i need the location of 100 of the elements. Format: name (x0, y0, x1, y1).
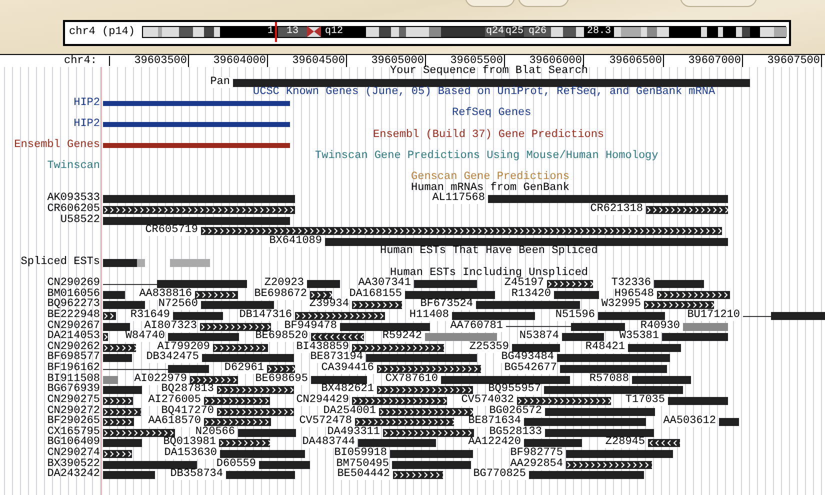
track-label[interactable]: BF290265 (47, 416, 100, 428)
track-label[interactable]: U58522 (60, 214, 100, 226)
feature-bar[interactable] (173, 312, 223, 320)
feature-bar[interactable] (204, 396, 270, 405)
feature-bar[interactable] (201, 301, 274, 310)
feature-bar[interactable] (352, 301, 402, 310)
feature-bar[interactable] (566, 460, 652, 469)
feature-bar[interactable] (557, 354, 670, 362)
feature-bar[interactable] (743, 312, 825, 320)
feature-bar[interactable] (103, 290, 125, 299)
feature-bar[interactable] (226, 471, 295, 480)
track-label[interactable]: BG106409 (47, 437, 100, 448)
feature-bar[interactable] (646, 206, 728, 214)
feature-bar[interactable] (566, 450, 673, 458)
feature-bar[interactable] (529, 471, 644, 480)
track-label[interactable]: CN290269 (47, 278, 100, 290)
feature-bar[interactable] (103, 216, 290, 225)
feature-bar[interactable] (267, 365, 295, 374)
feature-bar[interactable] (452, 312, 535, 320)
feature-bar[interactable] (377, 386, 473, 394)
feature-bar[interactable] (217, 408, 294, 416)
feature-bar[interactable] (554, 290, 599, 299)
feature-bar[interactable] (340, 322, 430, 331)
feature-bar[interactable] (103, 471, 155, 480)
feature-bar[interactable] (648, 439, 680, 448)
feature-bar[interactable] (195, 290, 238, 299)
feature-bar[interactable] (524, 439, 582, 448)
feature-bar[interactable] (392, 460, 471, 469)
feature-bar[interactable] (512, 344, 560, 352)
feature-bar[interactable] (200, 322, 271, 331)
feature-bar[interactable] (545, 408, 655, 416)
feature-bar[interactable] (103, 450, 132, 458)
feature-bar[interactable] (103, 100, 290, 106)
track-label[interactable]: HIP2 (74, 119, 100, 130)
track-label[interactable]: BF698577 (47, 352, 100, 364)
feature-bar[interactable] (325, 238, 728, 246)
feature-bar[interactable] (414, 280, 477, 288)
feature-bar[interactable] (220, 450, 305, 458)
feature-bar[interactable] (103, 386, 142, 394)
feature-bar[interactable] (393, 471, 443, 480)
feature-bar[interactable] (476, 301, 580, 310)
feature-bar[interactable] (654, 280, 704, 288)
feature-bar[interactable] (488, 195, 728, 204)
track-label[interactable]: Ensembl Genes (14, 140, 100, 152)
track-label[interactable]: BG676939 (47, 384, 100, 396)
feature-bar[interactable] (238, 428, 296, 437)
feature-bar[interactable] (628, 344, 681, 352)
feature-bar[interactable] (103, 258, 137, 267)
feature-bar[interactable] (352, 396, 447, 405)
feature-bar[interactable] (202, 354, 294, 362)
feature-bar[interactable] (217, 386, 294, 394)
track-label[interactable]: BF196162 (47, 363, 100, 374)
track-label[interactable]: Spliced ESTs (20, 256, 100, 268)
feature-bar[interactable] (719, 418, 739, 426)
track-label[interactable]: CN290262 (47, 342, 100, 353)
feature-bar[interactable] (632, 376, 691, 384)
feature-bar[interactable] (103, 312, 116, 320)
track-label[interactable]: CX165795 (47, 426, 100, 438)
feature-bar[interactable] (259, 460, 310, 469)
feature-bar[interactable] (383, 428, 474, 437)
feature-bar[interactable] (103, 344, 136, 352)
feature-bar[interactable] (103, 122, 290, 128)
feature-bar[interactable] (544, 386, 683, 394)
feature-bar[interactable] (517, 396, 611, 405)
feature-bar[interactable] (103, 206, 295, 214)
feature-bar[interactable] (366, 354, 477, 362)
feature-bar[interactable] (307, 280, 340, 288)
feature-bar[interactable] (201, 227, 722, 236)
feature-bar[interactable] (103, 354, 132, 362)
feature-bar[interactable] (662, 333, 728, 342)
track-label[interactable]: DA214053 (47, 331, 100, 342)
feature-bar[interactable] (103, 418, 134, 426)
feature-bar[interactable] (233, 78, 750, 87)
feature-bar[interactable] (441, 376, 570, 384)
feature-bar[interactable] (103, 428, 175, 437)
feature-bar[interactable] (598, 312, 665, 320)
feature-bar[interactable] (295, 312, 385, 320)
feature-bar[interactable] (562, 333, 604, 342)
feature-bar[interactable] (103, 280, 247, 288)
feature-bar[interactable] (103, 195, 295, 204)
track-label[interactable]: Twinscan (47, 161, 100, 172)
feature-bar[interactable] (524, 418, 646, 426)
feature-bar[interactable] (103, 301, 145, 310)
feature-bar[interactable] (311, 376, 367, 384)
feature-bar[interactable] (103, 460, 197, 469)
track-label[interactable]: CN290267 (47, 320, 100, 332)
track-label[interactable]: BI911508 (47, 374, 100, 385)
feature-bar[interactable] (352, 344, 444, 352)
feature-bar[interactable] (103, 439, 142, 448)
feature-bar[interactable] (168, 333, 239, 342)
feature-bar[interactable] (103, 365, 209, 374)
track-label[interactable]: AK093533 (47, 193, 100, 204)
feature-bar[interactable] (379, 408, 473, 416)
feature-bar[interactable] (219, 439, 270, 448)
track-label[interactable]: DA243242 (47, 469, 100, 480)
feature-bar[interactable] (390, 450, 473, 458)
track-label[interactable]: BM016056 (47, 288, 100, 300)
feature-bar[interactable] (103, 408, 141, 416)
track-label[interactable]: CN290272 (47, 406, 100, 416)
track-label[interactable]: BX390522 (47, 458, 100, 470)
